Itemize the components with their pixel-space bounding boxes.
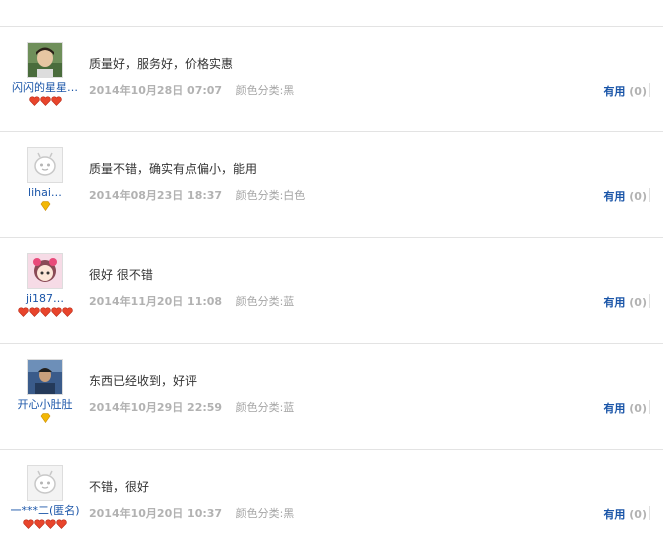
review-spec: 颜色分类:蓝: [235, 295, 295, 308]
heart-badge-icon: [50, 307, 62, 317]
divider: [649, 506, 650, 520]
review-item: ji187… 很好 很不错 2014年11月20日 11:08 颜色分类:蓝 有…: [0, 237, 663, 343]
divider: [649, 83, 650, 97]
reviewer-level-badges: [0, 519, 90, 531]
diamond-badge-icon: [40, 201, 50, 212]
avatar[interactable]: [27, 359, 63, 395]
useful-label: 有用: [603, 402, 626, 415]
useful-label: 有用: [603, 508, 626, 521]
reviewer-level-badges: [0, 307, 90, 319]
top-fragment-icon: [26, 0, 56, 3]
divider: [649, 188, 650, 202]
review-meta: 2014年08月23日 18:37 颜色分类:白色: [89, 187, 305, 203]
useful-count: (0): [629, 402, 647, 415]
useful-button[interactable]: 有用 (0): [603, 188, 647, 204]
heart-badge-icon: [61, 307, 73, 317]
review-item: 一***二(匿名) 不错，很好 2014年10月20日 10:37 颜色分类:黑…: [0, 449, 663, 560]
heart-badge-icon: [23, 519, 34, 529]
review-date: 2014年11月20日 11:08: [89, 295, 223, 308]
review-text: 很好 很不错: [89, 268, 153, 282]
review-spec: 颜色分类:白色: [235, 189, 306, 202]
heart-badge-icon: [50, 96, 62, 106]
heart-badge-icon: [45, 519, 56, 529]
useful-button[interactable]: 有用 (0): [603, 400, 647, 416]
review-meta: 2014年10月20日 10:37 颜色分类:黑: [89, 505, 294, 521]
review-spec: 颜色分类:蓝: [235, 401, 295, 414]
review-item: 闪闪的星星… 质量好，服务好，价格实惠 2014年10月28日 07:07 颜色…: [0, 26, 663, 132]
reviewer-info: 开心小肚肚: [0, 359, 90, 425]
reviewer-name[interactable]: 一***二(匿名): [0, 503, 90, 518]
useful-label: 有用: [603, 85, 626, 98]
avatar[interactable]: [27, 42, 63, 78]
review-spec: 颜色分类:黑: [235, 507, 295, 520]
reviewer-info: 闪闪的星星…: [0, 42, 90, 108]
review-date: 2014年08月23日 18:37: [89, 189, 223, 202]
review-spec: 颜色分类:黑: [235, 84, 295, 97]
review-text: 质量不错，确实有点偏小，能用: [89, 162, 258, 176]
review-item: lihai… 质量不错，确实有点偏小，能用 2014年08月23日 18:37 …: [0, 131, 663, 237]
useful-count: (0): [629, 508, 647, 521]
review-date: 2014年10月20日 10:37: [89, 507, 223, 520]
useful-button[interactable]: 有用 (0): [603, 506, 647, 522]
review-meta: 2014年10月28日 07:07 颜色分类:黑: [89, 82, 294, 98]
review-date: 2014年10月29日 22:59: [89, 401, 223, 414]
reviewer-name[interactable]: 闪闪的星星…: [0, 80, 90, 95]
review-text: 不错，很好: [89, 480, 150, 494]
diamond-badge-icon: [40, 413, 50, 424]
reviewer-info: ji187…: [0, 253, 90, 319]
heart-badge-icon: [28, 96, 40, 106]
reviewer-name[interactable]: 开心小肚肚: [0, 397, 90, 412]
useful-button[interactable]: 有用 (0): [603, 83, 647, 99]
useful-count: (0): [629, 190, 647, 203]
useful-count: (0): [629, 85, 647, 98]
reviewer-name[interactable]: lihai…: [0, 185, 90, 200]
reviewer-level-badges: [0, 201, 90, 213]
heart-badge-icon: [28, 307, 40, 317]
heart-badge-icon: [34, 519, 45, 529]
avatar[interactable]: [27, 253, 63, 289]
avatar[interactable]: [27, 147, 63, 183]
divider: [649, 294, 650, 308]
reviewer-name[interactable]: ji187…: [0, 291, 90, 306]
heart-badge-icon: [39, 96, 51, 106]
review-text: 质量好，服务好，价格实惠: [89, 57, 234, 71]
useful-label: 有用: [603, 190, 626, 203]
avatar[interactable]: [27, 465, 63, 501]
reviewer-info: lihai…: [0, 147, 90, 213]
review-meta: 2014年10月29日 22:59 颜色分类:蓝: [89, 399, 294, 415]
reviewer-level-badges: [0, 96, 90, 108]
heart-badge-icon: [56, 519, 67, 529]
useful-count: (0): [629, 296, 647, 309]
review-item: 开心小肚肚 东西已经收到，好评 2014年10月29日 22:59 颜色分类:蓝…: [0, 343, 663, 449]
useful-button[interactable]: 有用 (0): [603, 294, 647, 310]
review-date: 2014年10月28日 07:07: [89, 84, 223, 97]
heart-badge-icon: [17, 307, 29, 317]
heart-badge-icon: [39, 307, 51, 317]
useful-label: 有用: [603, 296, 626, 309]
review-text: 东西已经收到，好评: [89, 374, 198, 388]
divider: [649, 400, 650, 414]
reviewer-level-badges: [0, 413, 90, 425]
reviewer-info: 一***二(匿名): [0, 465, 90, 531]
review-meta: 2014年11月20日 11:08 颜色分类:蓝: [89, 293, 294, 309]
